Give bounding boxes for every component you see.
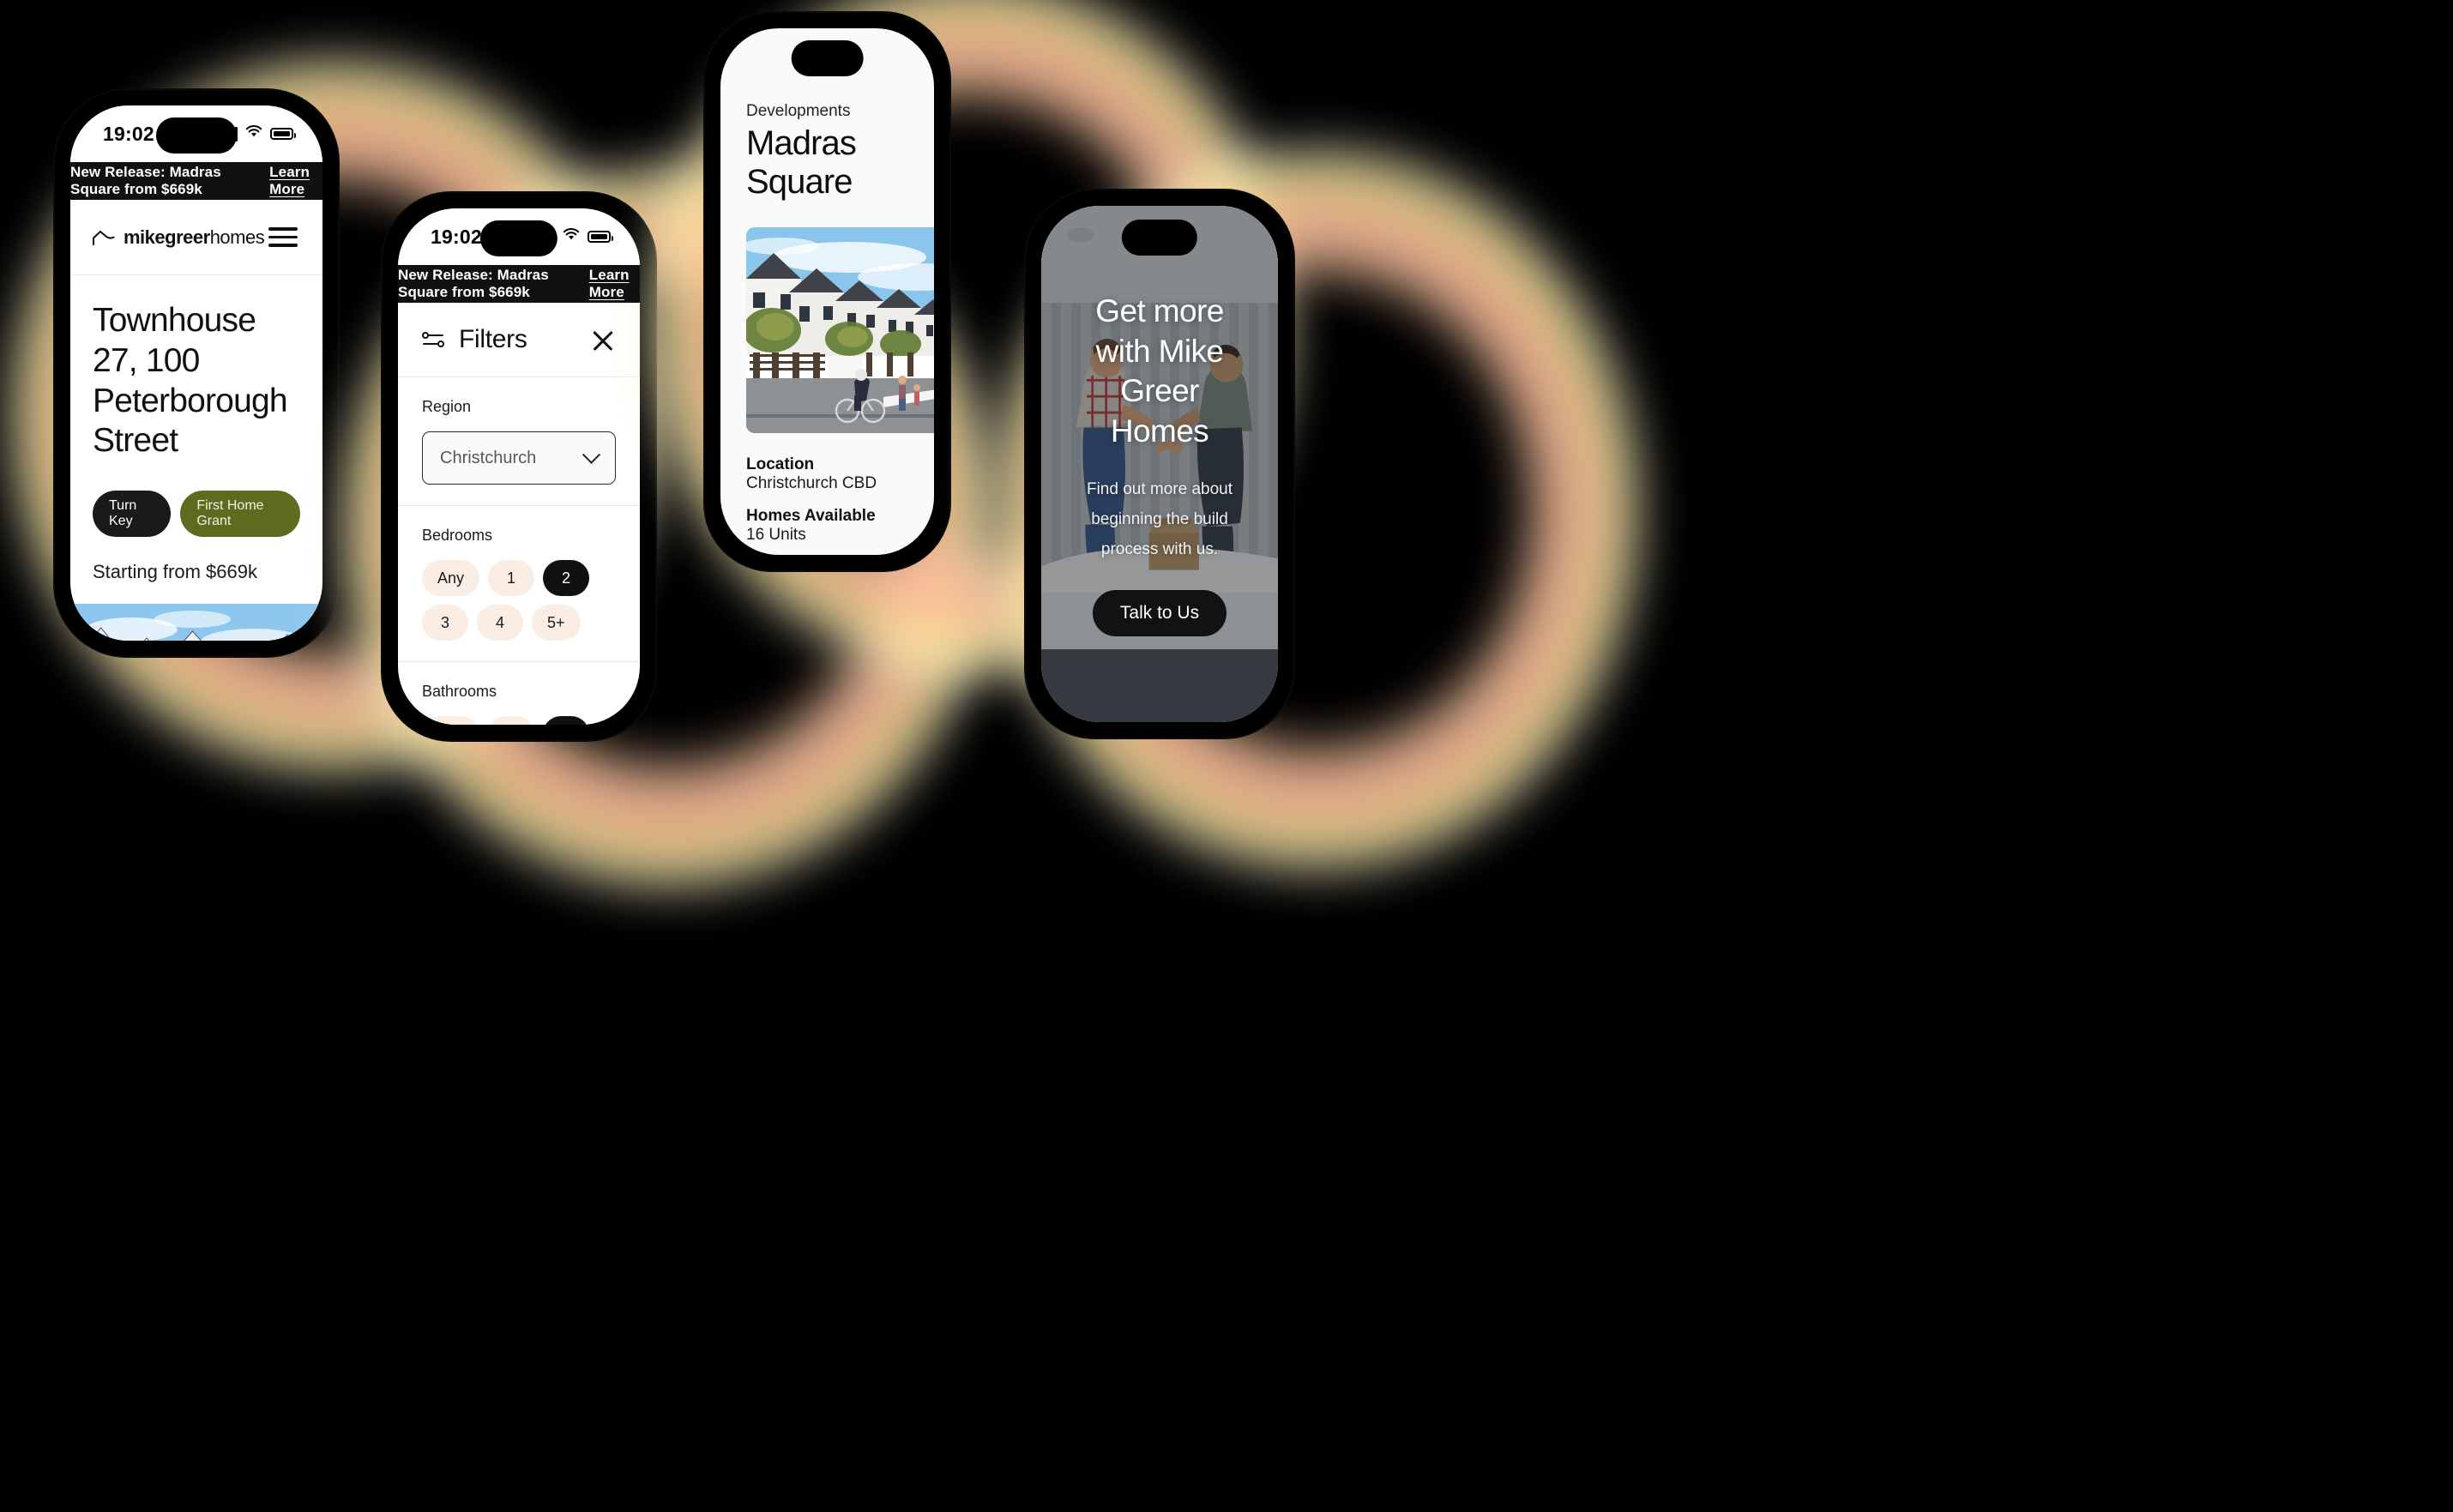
filters-header: Filters	[398, 303, 640, 377]
phone-2-screen: 19:02 New Release: Madras Square from $6…	[398, 208, 640, 725]
cta-content: Get more with Mike Greer Homes Find out …	[1041, 206, 1278, 722]
dynamic-island	[155, 117, 238, 154]
announcement-bar[interactable]: New Release: Madras Square from $669k Le…	[398, 265, 640, 303]
announcement-text: New Release: Madras Square from $669k	[398, 267, 549, 300]
region-select-value: Christchurch	[440, 448, 537, 467]
filter-label-bathrooms: Bathrooms	[422, 683, 497, 700]
status-time: 19:02	[103, 122, 154, 145]
breadcrumb: Developments	[746, 102, 851, 120]
page-title: Madras Square	[746, 124, 857, 201]
bathrooms-pill-group: Any 1 2 3	[422, 716, 616, 725]
townhouse-render-illustration	[70, 604, 322, 641]
dynamic-island	[479, 220, 558, 256]
brand-logo-bold: mikegreer	[124, 226, 210, 248]
dynamic-island	[791, 40, 864, 76]
wifi-icon	[563, 228, 580, 245]
bedrooms-option-2[interactable]: 2	[543, 560, 590, 596]
bathrooms-option-2[interactable]: 2	[543, 716, 590, 725]
bedrooms-option-1[interactable]: 1	[488, 560, 535, 596]
house-roof-icon	[92, 230, 118, 245]
filter-label-region: Region	[422, 398, 472, 415]
price-text: Starting from $669k	[93, 561, 257, 583]
filter-group-bedrooms: Bedrooms Any 1 2 3 4 5+	[398, 506, 640, 662]
field-label-homes-available: Homes Available	[746, 507, 876, 525]
dynamic-island	[1121, 220, 1198, 256]
development-meta: Location Christchurch CBD Homes Availabl…	[720, 433, 934, 555]
field-label-location: Location	[746, 455, 815, 473]
site-header: mikegreerhomes	[70, 200, 322, 275]
announcement-text: New Release: Madras Square from $669k	[70, 164, 221, 197]
battery-icon	[270, 128, 296, 140]
talk-to-us-button[interactable]: Talk to Us	[1092, 589, 1227, 636]
filters-title-group: Filters	[422, 325, 527, 354]
bedrooms-option-5plus[interactable]: 5+	[532, 605, 581, 641]
carousel-image-primary[interactable]	[746, 227, 934, 433]
phone-4-frame: Get more with Mike Greer Homes Find out …	[1026, 190, 1293, 738]
filter-label-bedrooms: Bedrooms	[422, 527, 493, 544]
bedrooms-pill-group: Any 1 2 3 4 5+	[422, 560, 616, 641]
development-body: Developments Madras Square Location Chri…	[720, 28, 934, 555]
phone-1-screen: 19:02 New Release: Madras Square from $6…	[70, 105, 322, 641]
hamburger-menu-icon[interactable]	[264, 223, 302, 250]
cta-photo-panel: Get more with Mike Greer Homes Find out …	[1041, 206, 1278, 722]
brand-logo-light: homes	[209, 226, 265, 248]
phone-2-frame: 19:02 New Release: Madras Square from $6…	[383, 193, 655, 740]
bedrooms-option-4[interactable]: 4	[477, 605, 523, 641]
phone-3-frame: Developments Madras Square Location Chri…	[705, 13, 949, 570]
status-badge-first-home-grant: First Home Grant	[180, 491, 300, 538]
property-hero-image: View Gallery	[70, 604, 322, 641]
field-value-homes-available: 16 Units	[746, 526, 806, 544]
phone-3-screen: Developments Madras Square Location Chri…	[720, 28, 934, 555]
filter-group-region: Region Christchurch	[398, 377, 640, 506]
phone-4-screen: Get more with Mike Greer Homes Find out …	[1041, 206, 1278, 722]
battery-icon	[588, 231, 613, 243]
close-icon[interactable]	[590, 327, 616, 352]
filters-title: Filters	[459, 325, 527, 353]
chevron-down-icon	[582, 445, 601, 464]
announcement-bar[interactable]: New Release: Madras Square from $669k Le…	[70, 162, 322, 200]
filter-sliders-icon	[422, 330, 444, 349]
townhouse-street-render	[746, 227, 934, 433]
image-carousel[interactable]	[720, 227, 934, 433]
cta-subtitle: Find out more about beginning the build …	[1086, 479, 1233, 558]
bedrooms-option-any[interactable]: Any	[422, 560, 480, 596]
page-title: Townhouse 27, 100 Peterborough Street	[93, 302, 288, 460]
property-body: Townhouse 27, 100 Peterborough Street Tu…	[70, 275, 322, 584]
phone-1-frame: 19:02 New Release: Madras Square from $6…	[55, 90, 338, 656]
region-select[interactable]: Christchurch	[422, 431, 616, 485]
cta-title: Get more with Mike Greer Homes	[1095, 293, 1224, 449]
status-badge-turn-key: Turn Key	[93, 491, 172, 538]
screenshot-stage: 19:02 New Release: Madras Square from $6…	[0, 0, 2453, 1512]
wifi-icon	[245, 125, 262, 142]
bedrooms-option-3[interactable]: 3	[422, 605, 468, 641]
field-value-location: Christchurch CBD	[746, 474, 877, 492]
filter-group-bathrooms: Bathrooms Any 1 2 3	[398, 662, 640, 725]
announcement-learn-more-link[interactable]: Learn More	[589, 267, 640, 301]
brand-logo-text: mikegreerhomes	[124, 226, 265, 249]
announcement-learn-more-link[interactable]: Learn More	[269, 164, 322, 198]
status-time: 19:02	[431, 225, 482, 248]
badge-list: Turn Key First Home Grant	[93, 491, 300, 538]
bathrooms-option-1[interactable]: 1	[488, 716, 535, 725]
bathrooms-option-any[interactable]: Any	[422, 716, 480, 725]
brand-logo[interactable]: mikegreerhomes	[92, 226, 265, 249]
